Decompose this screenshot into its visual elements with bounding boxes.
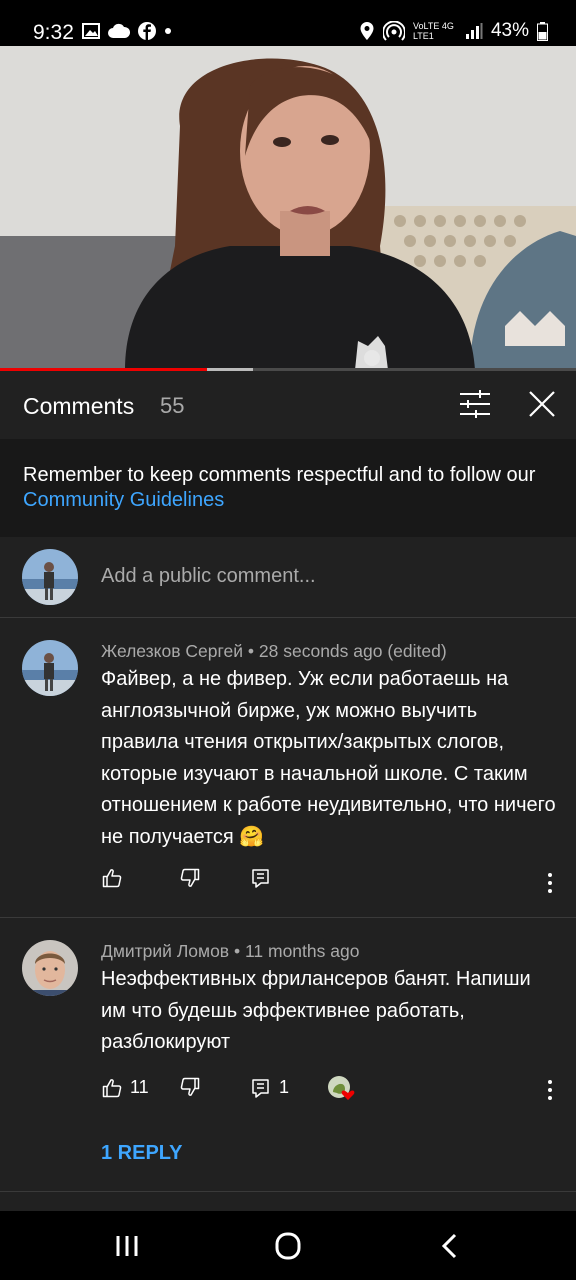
comment-time: 11 months ago: [244, 941, 360, 961]
creator-heart-icon: [328, 1076, 355, 1100]
comments-header: Comments 55: [0, 371, 576, 439]
video-player[interactable]: [0, 46, 576, 370]
sort-filter-icon[interactable]: [458, 389, 492, 419]
dislike-button[interactable]: [180, 868, 200, 888]
comments-panel: Comments 55 Remember to keep comments re…: [0, 371, 576, 1211]
like-button[interactable]: [102, 868, 122, 888]
dislike-button[interactable]: [180, 1077, 200, 1097]
reply-count: 1: [279, 1077, 290, 1097]
comment-author[interactable]: Дмитрий Ломов: [101, 941, 229, 961]
signal-icon: [465, 23, 483, 39]
recent-apps-icon[interactable]: [107, 1231, 147, 1261]
video-frame: [0, 46, 576, 370]
status-bar: 9:32 VoLTE 4G LTE1 43%: [0, 0, 576, 46]
add-comment-row[interactable]: Add a public comment...: [0, 537, 576, 618]
reply-icon: [252, 869, 269, 888]
thumbs-up-icon: [102, 869, 122, 888]
comment-meta: Дмитрий Ломов • 11 months ago: [101, 941, 360, 961]
status-time: 9:32: [33, 21, 74, 44]
thumbs-up-icon: [102, 1078, 122, 1097]
comment-time: 28 seconds ago (edited): [258, 641, 447, 661]
thumbs-down-icon: [180, 1077, 200, 1096]
community-guidelines-link[interactable]: Community Guidelines: [23, 489, 224, 511]
close-icon[interactable]: [527, 389, 557, 419]
comment-text: Файвер, а не фивер. Уж если работаешь на…: [101, 668, 556, 848]
guidelines-notice: Remember to keep comments respectful and…: [0, 439, 576, 537]
author-avatar-image: [22, 940, 78, 996]
comments-title: Comments: [23, 393, 135, 419]
divider: [0, 1191, 576, 1192]
comment-item: Железков Сергей • 28 seconds ago (edited…: [0, 618, 576, 916]
thumbs-down-icon: [180, 868, 200, 887]
author-avatar-image: [22, 640, 78, 696]
home-icon[interactable]: [268, 1231, 308, 1261]
comment-text: Неэффективных фрилансеров банят. Напиши …: [101, 968, 531, 1053]
battery-percent: 43%: [490, 20, 529, 41]
system-nav-bar: [0, 1211, 576, 1280]
comment-actions: [0, 868, 576, 898]
more-options-icon[interactable]: [540, 1075, 560, 1105]
creator-heart-badge: [327, 1075, 357, 1101]
comments-count: 55: [160, 393, 185, 418]
avatar[interactable]: [22, 940, 78, 996]
reply-button[interactable]: 1: [251, 1077, 289, 1098]
reply-button[interactable]: [251, 868, 271, 888]
comment-meta: Железков Сергей • 28 seconds ago (edited…: [101, 641, 447, 661]
more-options-icon[interactable]: [540, 868, 560, 898]
guidelines-text: Remember to keep comments respectful and…: [23, 464, 536, 486]
add-comment-input[interactable]: Add a public comment...: [101, 565, 316, 588]
hotspot-icon: [382, 21, 405, 41]
facebook-icon: [138, 22, 156, 40]
like-count: 11: [130, 1077, 149, 1097]
dot-icon: [165, 28, 171, 34]
battery-icon: [537, 21, 548, 41]
comment-author[interactable]: Железков Сергей: [101, 641, 243, 661]
like-button[interactable]: 11: [102, 1077, 149, 1098]
back-icon[interactable]: [430, 1231, 470, 1261]
location-icon: [360, 22, 374, 40]
image-icon: [82, 23, 100, 39]
comment-actions: 11 1: [0, 1075, 576, 1105]
avatar[interactable]: [22, 640, 78, 696]
reply-icon: [252, 1078, 269, 1098]
cloud-icon: [108, 23, 130, 38]
user-avatar-image: [22, 549, 78, 605]
network-label: VoLTE 4G LTE1: [412, 21, 454, 41]
view-replies-link[interactable]: 1 REPLY: [101, 1142, 183, 1165]
comment-item: Дмитрий Ломов • 11 months ago Неэффектив…: [0, 918, 576, 1192]
avatar: [22, 549, 78, 605]
